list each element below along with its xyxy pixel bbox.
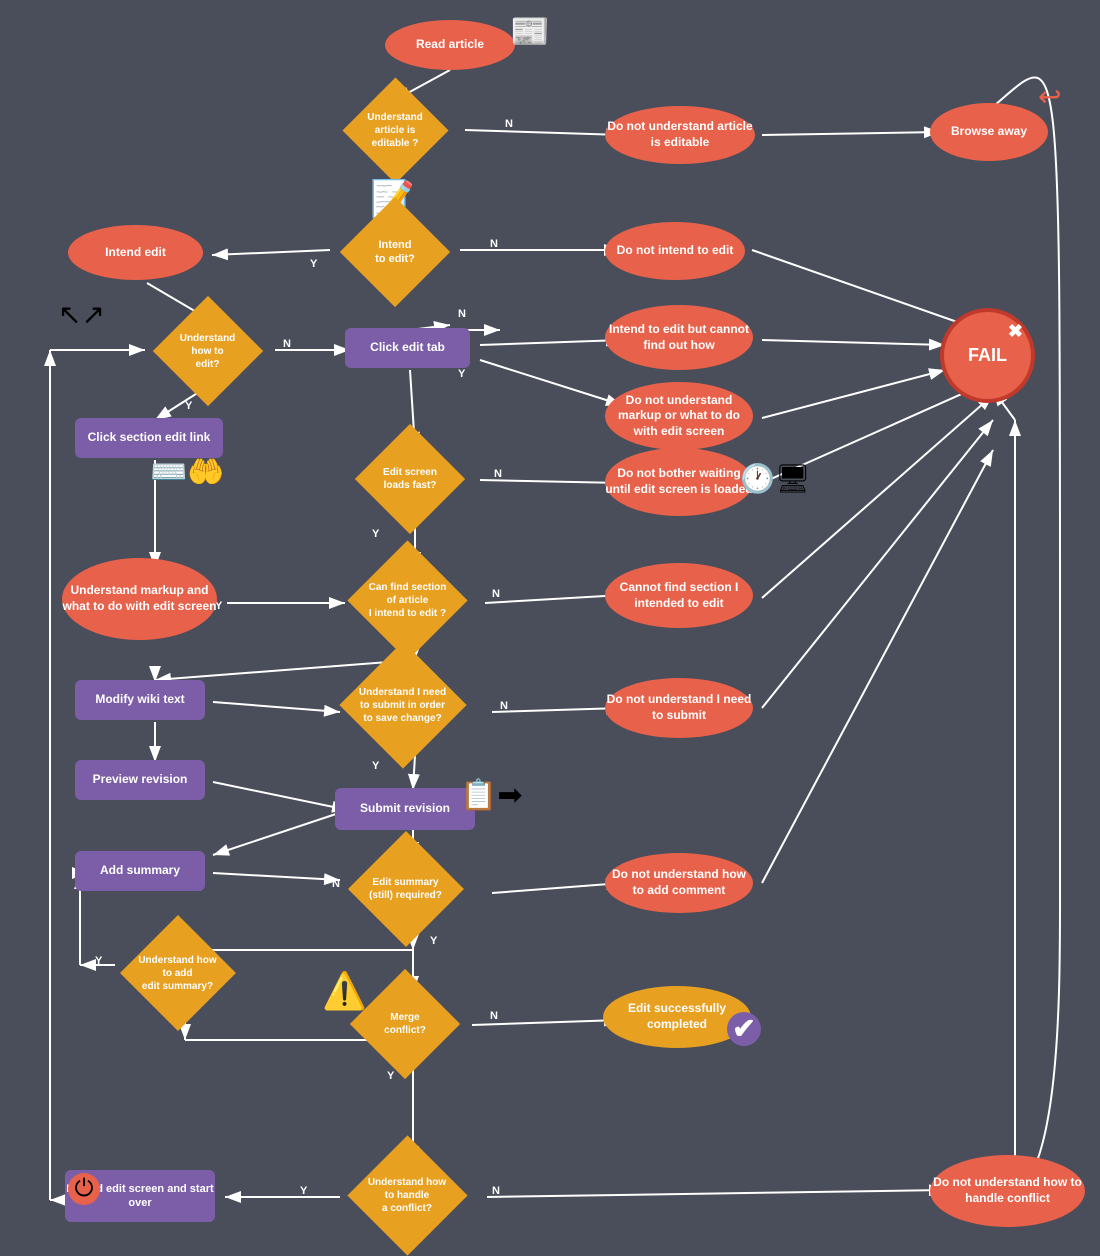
browse-away-node: Browse away <box>930 103 1048 161</box>
clock-icon: 🕐🖥 <box>740 462 810 495</box>
label-y-edit-screen: Y <box>458 368 465 380</box>
newspaper-icon: 📰 <box>510 12 550 50</box>
click-edit-tab-node: Click edit tab <box>345 328 470 368</box>
label-y-understand-submit: Y <box>372 760 379 772</box>
label-y-merge: Y <box>387 1070 394 1082</box>
intend-to-edit-node: Intend edit <box>68 225 203 280</box>
intend-to-edit-diamond: Intendto edit? <box>310 213 480 291</box>
submit-revision-node: Submit revision <box>335 788 475 830</box>
do-not-understand-submit-node: Do not understand I need to submit <box>605 678 753 738</box>
do-not-understand-conflict-node: Do not understand how to handle conflict <box>930 1155 1085 1227</box>
label-n-edit-loads: N <box>494 468 502 480</box>
label-y-understand-edit: Y <box>185 400 192 412</box>
understand-markup-node: Understand markup and what to do with ed… <box>62 558 217 640</box>
can-find-section-diamond: Can find sectionof articleI intend to ed… <box>320 558 495 643</box>
label-n-understand-submit: N <box>500 700 508 712</box>
label-n-intend: N <box>490 238 498 250</box>
understand-editable-diamond: Understandarticle iseditable ? <box>310 93 480 168</box>
edit-screen-loads-diamond: Edit screenloads fast? <box>325 440 495 518</box>
add-summary-node: Add summary <box>75 851 205 891</box>
edit-completed-node: Edit successfully completed ✔ <box>603 986 751 1048</box>
browse-away-icon: ↩ <box>1038 80 1061 113</box>
modify-wiki-node: Modify wiki text <box>75 680 205 720</box>
merge-conflict-diamond: Mergeconflict? <box>320 985 490 1063</box>
do-not-understand-comment-node: Do not understand how to add comment <box>605 853 753 913</box>
submit-icon: 📋➡ <box>460 778 523 813</box>
fail-node: FAIL ✖ <box>940 308 1035 403</box>
label-y-edit-loads: Y <box>372 528 379 540</box>
intend-cannot-node: Intend to edit but cannot find out how <box>605 305 753 370</box>
read-article-node: Read article <box>385 20 515 70</box>
do-not-understand-editable-node: Do not understand article is editable <box>605 106 755 164</box>
direction-icon: ↖↗ <box>58 298 105 331</box>
understand-add-summary-diamond: Understand howto addedit summary? <box>95 932 260 1014</box>
understand-submit-diamond: Understand I needto submit in orderto sa… <box>315 660 490 750</box>
understand-conflict-diamond: Understand howto handlea conflict? <box>318 1153 496 1238</box>
do-not-intend-node: Do not intend to edit <box>605 222 745 280</box>
flowchart: N Y N Y N Y N Y N Y Y N N Y N Y Y N Y Y … <box>0 0 1100 1246</box>
label-y-edit-summary: Y <box>430 935 437 947</box>
label-n-click-edit-1: N <box>458 308 466 320</box>
understand-how-edit-diamond: Understandhow toedit? <box>130 312 285 390</box>
checkmark-icon: ✔ <box>727 1012 761 1046</box>
label-n-merge: N <box>490 1010 498 1022</box>
cannot-find-node: Cannot find section I intended to edit <box>605 563 753 628</box>
do-not-understand-markup-node: Do not understand markup or what to do w… <box>605 382 753 450</box>
click-section-edit-node: Click section edit link <box>75 418 223 458</box>
power-icon: ⏻ <box>68 1173 100 1205</box>
label-y-conflict: Y <box>300 1185 307 1197</box>
label-n-understand-editable: N <box>505 118 513 130</box>
x-icon: ✖ <box>1008 320 1023 343</box>
do-not-bother-node: Do not bother waiting until edit screen … <box>605 448 753 516</box>
preview-revision-node: Preview revision <box>75 760 205 800</box>
keyboard-icon: ⌨️🤲 <box>150 455 225 490</box>
edit-summary-diamond: Edit summary(still) required? <box>318 848 493 930</box>
